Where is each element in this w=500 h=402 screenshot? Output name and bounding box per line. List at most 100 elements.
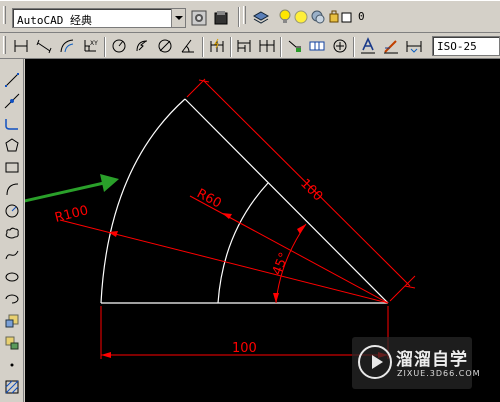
dimension-edit-button[interactable] <box>357 35 379 57</box>
toolbar-grip[interactable] <box>243 6 246 24</box>
workspace-settings-button[interactable] <box>188 7 210 29</box>
polygon-icon <box>4 137 19 151</box>
revision-cloud-icon <box>5 227 19 238</box>
quick-dimension-icon <box>210 38 224 52</box>
layer-state-icons <box>279 9 352 24</box>
angle-arrow-1 <box>273 293 279 303</box>
toolbar-grip[interactable] <box>3 36 6 54</box>
dimension-style-select[interactable]: ISO-25 <box>432 36 500 56</box>
make-block-button[interactable] <box>1 332 22 353</box>
arc-button[interactable] <box>1 178 22 199</box>
arc-length-icon <box>60 39 74 53</box>
workspace-select[interactable]: AutoCAD 经典 <box>12 8 186 28</box>
dim-bottom-arrow-left <box>101 352 111 358</box>
arc-icon <box>6 183 18 195</box>
center-mark-button[interactable] <box>329 35 351 57</box>
aligned-dimension-icon <box>36 39 52 54</box>
dimension-text-edit-icon <box>384 40 398 54</box>
quick-leader-button[interactable] <box>284 35 306 57</box>
ordinate-icon: XY <box>84 40 98 52</box>
revision-cloud-button[interactable] <box>1 222 22 243</box>
dim-top-text: 100 <box>297 176 325 204</box>
construction-line-button[interactable] <box>1 90 22 111</box>
dimension-toolbar: XY ISO-25 <box>0 33 500 59</box>
workspace-select-value: AutoCAD 经典 <box>17 14 92 27</box>
inner-arc <box>217 182 269 304</box>
annotation-arrow <box>25 174 119 203</box>
radius-icon <box>112 39 126 53</box>
ellipse-icon <box>5 272 18 281</box>
workspace-toolbar: AutoCAD 经典 0 <box>0 0 500 33</box>
chevron-down-icon[interactable] <box>171 9 185 27</box>
continue-dimension-button[interactable] <box>256 35 278 57</box>
diameter-dimension-button[interactable] <box>154 35 176 57</box>
layer-properties-button[interactable] <box>250 7 272 29</box>
dimension-style-value: ISO-25 <box>437 40 477 53</box>
watermark-url: ZIXUE.3D66.COM <box>397 369 481 378</box>
angular-icon <box>181 39 194 53</box>
polyline-icon <box>4 118 18 130</box>
center-mark-icon <box>333 39 347 53</box>
layers-icon <box>252 11 270 24</box>
my-workspace-button[interactable] <box>210 7 232 29</box>
watermark-title: 溜溜自学 <box>396 350 468 370</box>
baseline-dimension-button[interactable] <box>233 35 255 57</box>
radius-inner-text: R60 <box>194 186 224 211</box>
line-button[interactable] <box>1 69 22 90</box>
layer-select-value: 0 <box>358 10 365 23</box>
circle-icon <box>5 204 18 217</box>
linear-dimension-button[interactable] <box>10 35 32 57</box>
svg-text:XY: XY <box>90 40 98 47</box>
play-logo-icon <box>358 345 392 379</box>
point-button[interactable] <box>1 354 22 375</box>
rectangle-button[interactable] <box>1 156 22 177</box>
diameter-icon <box>158 39 172 53</box>
baseline-icon <box>237 40 251 52</box>
ellipse-arc-icon <box>5 294 18 303</box>
outer-arc <box>100 98 186 304</box>
polyline-button[interactable] <box>1 112 22 133</box>
rectangle-icon <box>5 162 18 172</box>
radius-dimension-button[interactable] <box>108 35 130 57</box>
arc-length-dimension-button[interactable] <box>56 35 78 57</box>
line-icon <box>4 72 19 87</box>
toolbar-grip[interactable] <box>3 6 6 24</box>
ellipse-button[interactable] <box>1 266 22 287</box>
dim-top-tick-2 <box>404 285 416 289</box>
tolerance-icon <box>309 41 325 51</box>
dim-top-ext-2 <box>389 275 416 302</box>
dimension-text-edit-button[interactable] <box>380 35 402 57</box>
watermark: 溜溜自学 ZIXUE.3D66.COM <box>352 337 480 389</box>
ellipse-arc-button[interactable] <box>1 288 22 309</box>
layer-select[interactable]: 0 <box>276 7 476 27</box>
dimension-edit-icon <box>361 37 375 54</box>
jogged-dimension-button[interactable] <box>131 35 153 57</box>
spline-button[interactable] <box>1 244 22 265</box>
jogged-icon <box>136 40 148 52</box>
construction-line-icon <box>4 93 19 108</box>
insert-block-button[interactable] <box>1 310 22 331</box>
dim-bottom-text: 100 <box>232 341 257 356</box>
hatch-button[interactable] <box>1 376 22 397</box>
gear-icon <box>191 10 207 26</box>
point-icon <box>10 363 13 366</box>
dim-top-ext-1 <box>186 78 206 98</box>
dimension-update-button[interactable] <box>403 35 425 57</box>
spline-icon <box>5 250 18 259</box>
linear-dimension-icon <box>14 40 28 52</box>
draw-toolbar <box>0 59 24 402</box>
tolerance-button[interactable] <box>306 35 328 57</box>
polygon-button[interactable] <box>1 134 22 155</box>
hatch-icon <box>5 380 18 393</box>
circle-button[interactable] <box>1 200 22 221</box>
angle-arrow-2 <box>297 224 306 234</box>
continue-icon <box>259 40 275 52</box>
dimension-update-icon <box>406 41 422 53</box>
aligned-dimension-button[interactable] <box>33 35 55 57</box>
quick-dimension-button[interactable] <box>206 35 228 57</box>
angular-dimension-button[interactable] <box>177 35 199 57</box>
make-block-icon <box>5 336 18 349</box>
insert-block-icon <box>5 314 18 327</box>
workspace-icon <box>214 11 228 25</box>
ordinate-dimension-button[interactable]: XY <box>79 35 101 57</box>
